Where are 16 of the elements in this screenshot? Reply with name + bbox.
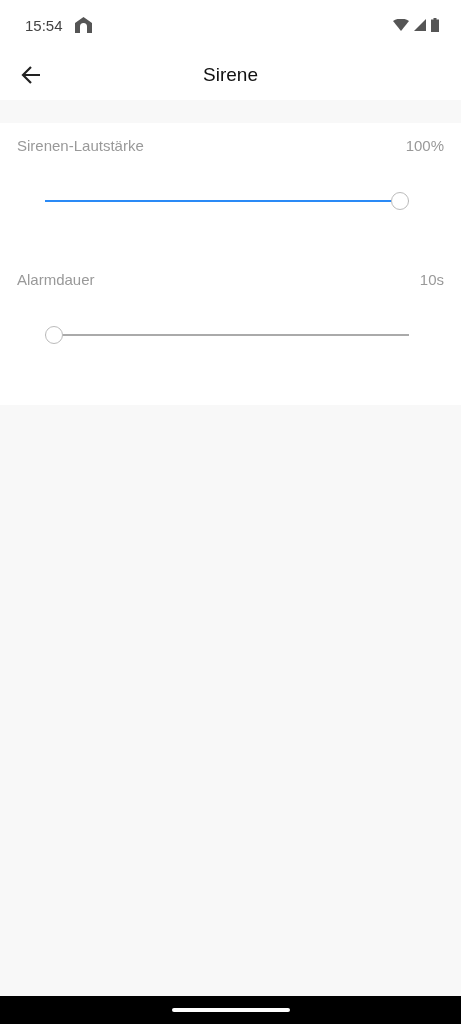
- signal-icon: [414, 19, 426, 31]
- slider-thumb[interactable]: [391, 192, 409, 210]
- setting-value: 100%: [405, 137, 444, 154]
- setting-label: Alarmdauer: [17, 271, 95, 288]
- status-time: 15:54: [25, 16, 63, 34]
- wifi-icon: [393, 19, 409, 31]
- setting-label: Sirenen-Lautstärke: [17, 137, 144, 154]
- slider[interactable]: [45, 192, 409, 210]
- page-title: Sirene: [202, 64, 259, 86]
- home-indicator[interactable]: [171, 1008, 290, 1012]
- battery-icon: [431, 18, 439, 32]
- slider-thumb[interactable]: [45, 326, 63, 344]
- back-button[interactable]: [20, 64, 42, 86]
- slider[interactable]: [45, 326, 409, 344]
- setting-value: 10s: [419, 271, 444, 288]
- home-icon: [74, 17, 92, 33]
